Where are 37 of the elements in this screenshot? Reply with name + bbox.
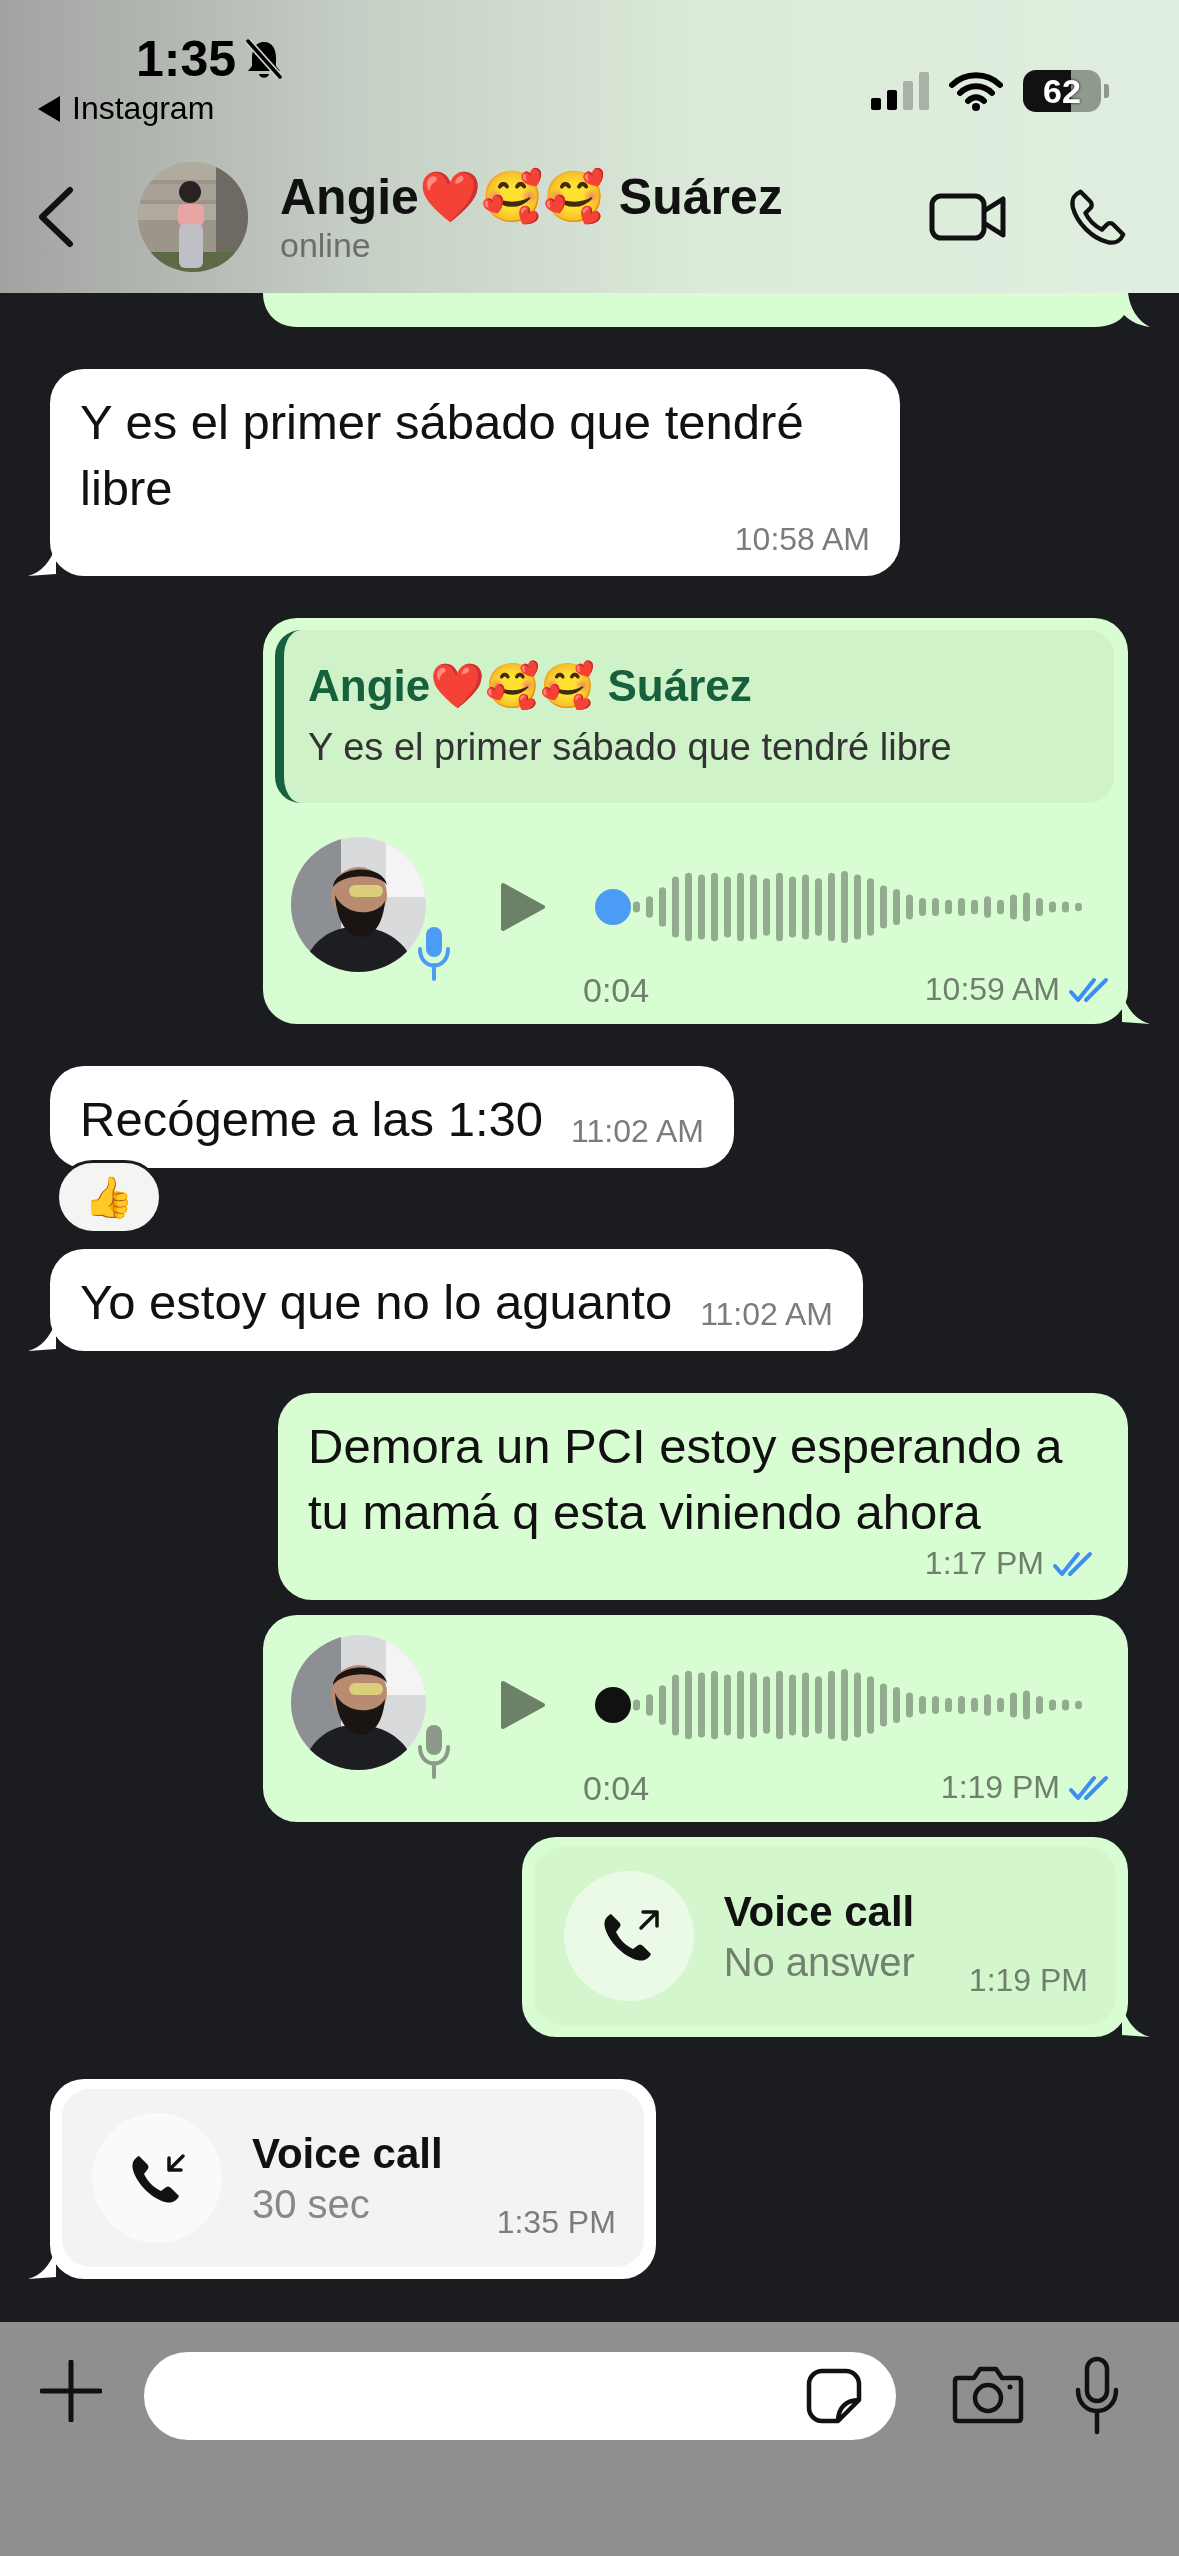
voice-duration: 0:04 (583, 971, 650, 1010)
wifi-icon (949, 71, 1003, 111)
call-title: Voice call (723, 1887, 915, 1936)
playback-dot[interactable] (595, 889, 631, 925)
message-text: Y es el primer sábado que tendré libre (80, 394, 805, 517)
microphone-button[interactable] (1074, 2356, 1120, 2436)
contact-name[interactable]: Angie❤🥰🥰 Suárez (280, 168, 929, 226)
quoted-message[interactable]: Angie❤🥰🥰 Suárez Y es el primer sábado que tendré libre (275, 630, 1114, 803)
message-time: 10:58 AM (734, 521, 870, 558)
call-detail: 30 sec (252, 2181, 371, 2227)
message-text: Demora un PCI estoy esperando a tu mamá q esta viniendo ahora (308, 1418, 1064, 1541)
back-triangle-icon (38, 95, 60, 122)
call-title: Voice call (252, 2129, 443, 2178)
play-button[interactable] (499, 1679, 547, 1731)
play-button[interactable] (499, 881, 547, 933)
message-text: Recógeme a las 1:30 (80, 1091, 544, 1148)
camera-button[interactable] (952, 2364, 1024, 2424)
message-time: 10:59 AM (924, 971, 1060, 1008)
status-time: 1:35 (136, 30, 237, 88)
message-time: 1:19 PM (940, 1769, 1060, 1806)
quoted-author: Angie❤🥰🥰 Suárez (308, 660, 753, 712)
message-text: Yo estoy que no lo aguanto (80, 1274, 673, 1331)
add-button[interactable] (40, 2360, 102, 2422)
message-time: 1:35 PM (496, 2204, 616, 2241)
sticker-icon[interactable] (806, 2368, 862, 2424)
signal-icon (871, 72, 929, 110)
quoted-text: Y es el primer sábado que tendré libre (308, 726, 953, 769)
call-detail: No answer (723, 1939, 915, 1985)
contact-status: online (280, 226, 372, 265)
back-button[interactable] (36, 185, 76, 248)
message-time: 1:17 PM (924, 1545, 1044, 1582)
back-app-link[interactable]: Instagram (72, 90, 215, 127)
message-time: 1:19 PM (968, 1962, 1088, 1999)
message-time: 11:02 AM (700, 1296, 833, 1333)
playback-dot[interactable] (595, 1687, 631, 1723)
voice-duration: 0:04 (583, 1769, 650, 1808)
message-time: 11:02 AM (571, 1113, 704, 1150)
